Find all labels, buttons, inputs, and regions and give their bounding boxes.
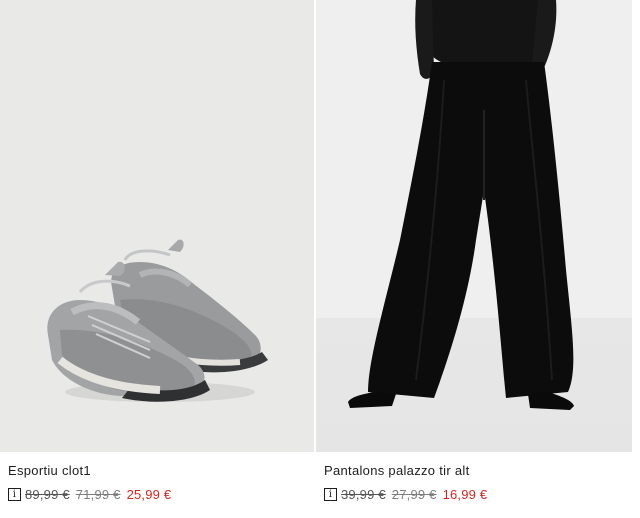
sneakers-illustration [47,239,268,402]
price-original: 89,99 € [25,486,70,502]
trousers-illustration [348,0,574,410]
product-image-sneakers[interactable] [0,0,314,452]
info-icon[interactable]: i [324,487,337,501]
price-row: i 89,99 € 71,99 € 25,99 € [8,486,171,502]
product-card[interactable]: Pantalons palazzo tir alt i 39,99 € 27,9… [316,0,632,502]
price-previous: 27,99 € [391,486,437,502]
price-row: i 39,99 € 27,99 € 16,99 € [324,486,487,502]
product-image-trousers[interactable] [316,0,632,452]
product-name[interactable]: Esportiu clot1 [8,463,91,478]
price-original: 39,99 € [341,486,386,502]
price-current: 25,99 € [126,486,172,502]
product-name[interactable]: Pantalons palazzo tir alt [324,463,470,478]
price-current: 16,99 € [442,486,488,502]
product-card[interactable]: Esportiu clot1 i 89,99 € 71,99 € 25,99 € [0,0,314,502]
info-icon[interactable]: i [8,487,21,501]
product-grid: Esportiu clot1 i 89,99 € 71,99 € 25,99 € [0,0,640,518]
price-previous: 71,99 € [75,486,121,502]
